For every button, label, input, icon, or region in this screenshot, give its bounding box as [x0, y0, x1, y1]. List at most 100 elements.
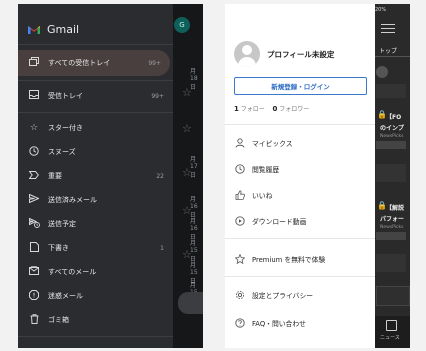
star-icon [234, 254, 246, 264]
menu-item-history[interactable]: 閲覧履歴 [225, 157, 375, 181]
drawer-item-spam[interactable]: 迷惑メール [18, 283, 173, 309]
headline[interactable]: 【解説 [386, 203, 404, 212]
headline[interactable]: のインプ [380, 123, 404, 132]
tab-underline [375, 56, 410, 57]
drawer-item-label: すべてのメール [48, 268, 97, 276]
menu-item-mypicks[interactable]: マイピックス [225, 131, 375, 155]
menu-item-downloads[interactable]: ダウンロード動画 [225, 209, 375, 233]
menu-item-settings[interactable]: 設定とプライバシー [225, 283, 375, 307]
follow-stats: 1 フォロー 0 フォロワー [234, 104, 309, 113]
drawer-item-drafts[interactable]: 下書き 1 [18, 235, 173, 261]
headline[interactable]: 【FO [386, 112, 401, 121]
follower-count: 0 [272, 105, 278, 113]
drawer-item-starred[interactable]: ☆ スター付き [18, 115, 173, 141]
profile-name: プロフィール未設定 [267, 49, 335, 59]
unread-count: 99+ [151, 92, 164, 100]
gmail-screen: G 月18日 ☆ ☆ 月17日 ☆ 月16日 ☆ 月16日 月15日 ☆ 月15… [18, 4, 203, 348]
divider [225, 238, 375, 239]
thumbs-up-icon [234, 190, 246, 200]
trash-icon [27, 313, 41, 327]
inbox-icon [27, 90, 41, 102]
compose-button[interactable] [178, 292, 203, 314]
star-icon[interactable]: ☆ [182, 86, 192, 99]
drawer-item-label: 迷惑メール [48, 292, 83, 300]
drawer-item-inbox[interactable]: 受信トレイ 99+ [18, 83, 173, 109]
drawer-header: Gmail [27, 19, 79, 39]
drawer-item-label: 下書き [48, 244, 69, 252]
comment-preview [376, 164, 406, 182]
news-app-screen: 20% トップ 🔒 【FO のインプ NewsPicks 🔒 【解説 パフォー … [225, 4, 410, 348]
battery-status: 20% [375, 7, 387, 13]
menu-item-label: 閲覧履歴 [252, 166, 280, 174]
avatar [376, 66, 388, 78]
app-title: Gmail [47, 22, 80, 36]
drawer-item-sent[interactable]: 送信済みメール [18, 187, 173, 213]
divider [225, 124, 375, 125]
drawer-item-label: すべての受信トレイ [48, 59, 111, 67]
gear-icon [234, 290, 246, 300]
inbox-stack-icon [27, 57, 41, 69]
drawer-item-label: スヌーズ [48, 148, 76, 156]
profile-header[interactable]: プロフィール未設定 [234, 41, 334, 67]
follow-label[interactable]: フォロー [241, 106, 265, 113]
drawer-item-all-inboxes[interactable]: すべての受信トレイ 99+ [18, 50, 170, 76]
menu-item-label: マイピックス [252, 140, 293, 148]
signup-login-button[interactable]: 新規登録・ログイン [234, 77, 367, 95]
person-icon [234, 138, 246, 148]
avatar-row [376, 232, 406, 240]
scheduled-send-icon [27, 217, 41, 231]
comment-preview [376, 84, 406, 98]
source-label: NewsPicks [380, 225, 404, 230]
menu-item-label: Premium を無料で体験 [252, 256, 326, 264]
account-avatar[interactable]: G [174, 17, 190, 33]
comment-preview [376, 254, 406, 272]
drawer-item-important[interactable]: 重要 22 [18, 163, 173, 189]
unread-count: 99+ [148, 59, 161, 67]
drawer-item-trash[interactable]: ゴミ箱 [18, 307, 173, 333]
menu-item-label: 設定とプライバシー [252, 292, 314, 300]
drawer-item-all-mail[interactable]: すべてのメール [18, 259, 173, 285]
menu-item-label: FAQ・問い合わせ [252, 320, 306, 328]
divider [18, 80, 173, 81]
menu-item-likes[interactable]: いいね [225, 183, 375, 207]
spam-icon [27, 289, 41, 303]
drawer-item-label: 送信済みメール [48, 196, 97, 204]
drawer-item-label: 重要 [48, 172, 62, 180]
navigation-drawer: Gmail すべての受信トレイ 99+ 受信トレイ 99+ ☆ スター付き スヌ… [18, 4, 173, 348]
drawer-item-scheduled[interactable]: 送信予定 [18, 211, 173, 237]
hamburger-menu-icon[interactable] [381, 21, 395, 36]
headline[interactable]: パフォー [380, 214, 404, 223]
tab-news-label[interactable]: ニュース [380, 334, 400, 341]
star-icon: ☆ [29, 123, 39, 133]
tab-top[interactable]: トップ [379, 46, 397, 55]
divider [225, 276, 375, 277]
menu-item-faq[interactable]: FAQ・問い合わせ [225, 311, 375, 335]
drawer-item-label: ゴミ箱 [48, 316, 69, 324]
unread-count: 22 [156, 172, 164, 180]
follower-label[interactable]: フォロワー [279, 106, 309, 113]
drawer-item-snoozed[interactable]: スヌーズ [18, 139, 173, 165]
important-icon [27, 170, 41, 182]
drawer-item-label: 受信トレイ [48, 92, 83, 100]
avatar [234, 41, 260, 67]
clock-icon [234, 164, 246, 174]
follow-count: 1 [234, 105, 239, 113]
draft-icon [27, 241, 41, 255]
drawer-item-label: スター付き [48, 124, 83, 132]
divider [18, 336, 173, 337]
source-label: NewsPicks [380, 134, 404, 139]
drawer-item-label: 送信予定 [48, 220, 76, 228]
menu-item-premium[interactable]: Premium を無料で体験 [225, 247, 375, 271]
news-tab-icon[interactable] [386, 320, 397, 331]
question-icon [234, 318, 246, 328]
star-icon[interactable]: ☆ [182, 122, 192, 135]
gmail-logo-icon [27, 24, 41, 35]
menu-item-label: ダウンロード動画 [252, 218, 307, 226]
divider [18, 44, 173, 45]
divider [18, 112, 173, 113]
download-video-icon [234, 216, 246, 226]
send-icon [27, 193, 41, 206]
star-icon[interactable]: ☆ [182, 166, 192, 179]
unread-count: 1 [160, 244, 164, 252]
menu-item-label: いいね [252, 192, 273, 200]
